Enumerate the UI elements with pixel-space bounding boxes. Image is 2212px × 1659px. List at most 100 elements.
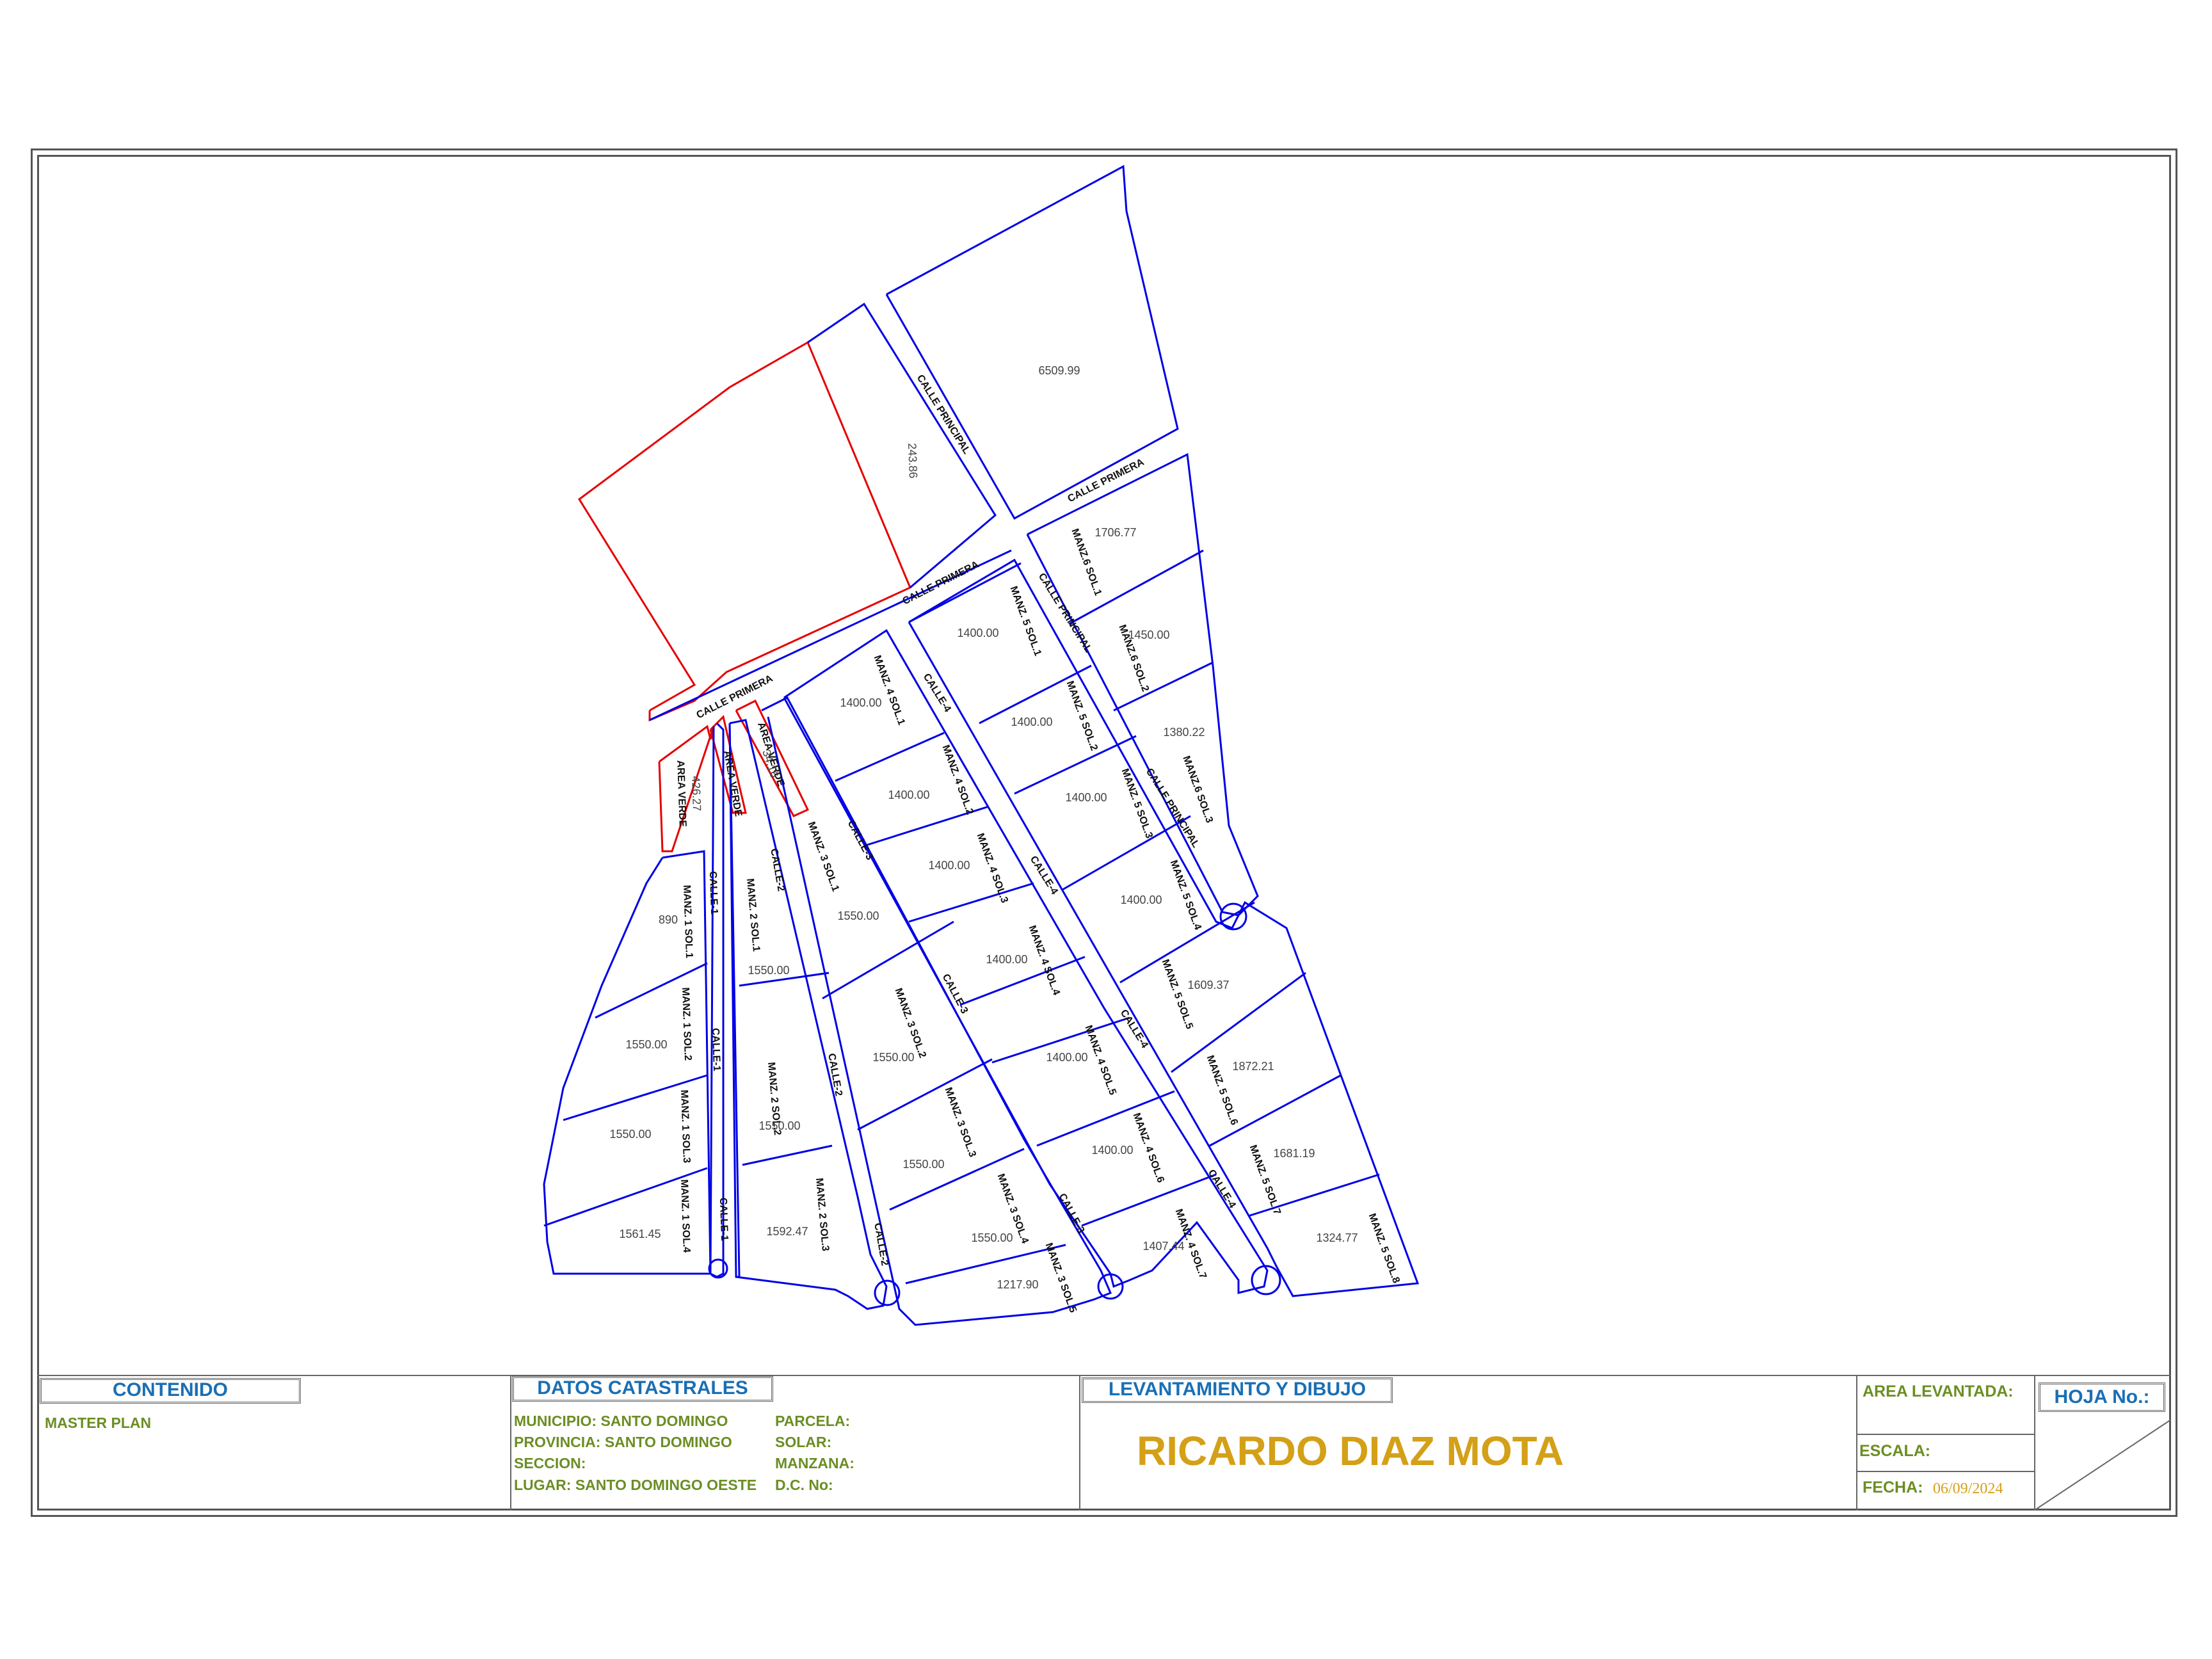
street-label: CALLE-2	[872, 1222, 890, 1267]
lot-label: MANZ. 3 SOL.3	[943, 1086, 978, 1159]
area-value: 1324.77	[1316, 1231, 1358, 1244]
area-value: 1400.00	[1046, 1051, 1087, 1064]
divider	[1856, 1434, 2034, 1435]
author-name: RICARDO DIAZ MOTA	[1137, 1428, 1564, 1474]
street-label: CALLE-1	[710, 1028, 722, 1071]
lot-divider	[1014, 735, 1137, 795]
area-value: 1400.00	[1011, 716, 1052, 728]
area-value: 1400.00	[928, 859, 970, 872]
contenido-heading: CONTENIDO	[40, 1378, 301, 1404]
area-labels: 6509.99 243.86 1706.77 1400.00 1450.00 1400.0…	[609, 364, 1358, 1291]
lot-divider	[822, 920, 954, 1000]
lot-labels: MANZ.6 SOL.1MANZ.6 SOL.2MANZ.6 SOL.3MANZ…	[678, 527, 1402, 1315]
lot-label: MANZ. 4 SOL.4	[1027, 924, 1062, 997]
area-value: 1400.00	[986, 953, 1027, 966]
seccion-label: SECCION:	[514, 1455, 586, 1471]
lot-label: MANZ. 3 SOL.2	[893, 987, 928, 1060]
green-area-boundaries	[577, 341, 911, 853]
lot-label: MANZ. 5 SOL.1	[1008, 585, 1043, 658]
title-block-top-line	[37, 1375, 2171, 1376]
datos-catastrales-heading: DATOS CATASTRALES	[512, 1376, 773, 1402]
area-value: 1872.21	[1232, 1060, 1274, 1073]
lot-label: MANZ.6 SOL.3	[1180, 755, 1215, 824]
street-label: CALLE-1	[707, 871, 719, 915]
municipio-label: MUNICIPIO: SANTO DOMINGO	[514, 1413, 728, 1429]
area-value: 1217.90	[997, 1278, 1038, 1291]
lot-label: MANZ. 5 SOL.5	[1160, 958, 1195, 1031]
divider	[510, 1375, 511, 1511]
area-value: 1550.00	[609, 1128, 651, 1141]
fecha-label: FECHA:	[1863, 1479, 1923, 1496]
green-area-north-boundary	[577, 341, 911, 722]
lot-divider	[835, 732, 945, 782]
area-value: 1706.77	[1094, 526, 1136, 539]
area-value: 1400.00	[1065, 791, 1107, 804]
lot-divider	[908, 882, 1034, 923]
street-label: CALLE-3	[1057, 1192, 1087, 1235]
divider	[1856, 1471, 2034, 1472]
area-levantada-label: AREA LEVANTADA:	[1863, 1382, 2014, 1400]
lot-divider	[1081, 1173, 1217, 1227]
lot-label: MANZ. 1 SOL.4	[678, 1179, 692, 1253]
area-value: 34.16	[760, 748, 781, 780]
lot-divider	[905, 1244, 1066, 1285]
escala-label: ESCALA:	[1859, 1442, 1931, 1460]
lot-label: MANZ. 4 SOL.1	[872, 654, 907, 727]
street-label: CALLE PRIMERA	[901, 559, 981, 607]
street-label: CALLE-2	[768, 847, 786, 892]
area-value: 1400.00	[957, 627, 998, 639]
area-value: 1550.00	[625, 1038, 667, 1051]
area-value: 1380.22	[1163, 726, 1205, 739]
lot-label: MANZ. 2 SOL.1	[744, 878, 762, 952]
contenido-value: MASTER PLAN	[45, 1415, 152, 1431]
area-value: 1407.44	[1142, 1240, 1184, 1253]
area-value: 6509.99	[1038, 364, 1080, 377]
area-value: 1400.00	[1120, 894, 1162, 906]
solar-label: SOLAR:	[775, 1434, 832, 1450]
fecha-value: 06/09/2024	[1933, 1480, 2003, 1497]
street-label: CALLE-3	[846, 819, 876, 862]
area-value: 1550.00	[837, 910, 879, 922]
area-value: 243.86	[906, 443, 920, 479]
street-label: CALLE-4	[921, 671, 953, 714]
levantamiento-heading: LEVANTAMIENTO Y DIBUJO	[1082, 1377, 1393, 1403]
area-value: 1550.00	[971, 1231, 1013, 1244]
lot-label: MANZ. 3 SOL.5	[1043, 1242, 1078, 1315]
lot-label: MANZ. 1 SOL.3	[678, 1089, 692, 1163]
street-label: CALLE-4	[1028, 854, 1060, 896]
lot-divider	[1062, 815, 1191, 891]
cul-de-sac	[708, 1258, 728, 1279]
area-value: 1592.47	[766, 1225, 808, 1238]
area-value: 890	[659, 913, 678, 926]
green-area-label: AREA VERDE	[675, 760, 688, 827]
divider	[1079, 1375, 1080, 1511]
divider	[1856, 1375, 1857, 1511]
area-value: 1561.45	[619, 1228, 661, 1240]
lot-divider	[857, 1058, 993, 1131]
dc-label: D.C. No:	[775, 1477, 833, 1493]
lot-label: MANZ. 1 SOL.2	[680, 987, 693, 1061]
area-value: 1550.00	[872, 1051, 914, 1064]
area-value: 1400.00	[888, 789, 929, 801]
lot-label: MANZ. 4 SOL.5	[1083, 1024, 1118, 1097]
area-value: 1609.37	[1187, 979, 1229, 991]
area-value: 1550.00	[748, 964, 789, 977]
lot-divider	[1036, 1090, 1175, 1147]
lot-label: MANZ. 5 SOL.2	[1064, 680, 1100, 753]
calle-1-strip	[709, 722, 725, 1278]
site-plan: CALLE PRINCIPALCALLE PRIMERACALLE PRIMER…	[543, 164, 1420, 1326]
area-value: 1400.00	[840, 696, 881, 709]
lot-label: MANZ. 4 SOL.6	[1131, 1112, 1166, 1185]
manzana-label: MANZANA:	[775, 1455, 854, 1471]
cul-de-sac	[1097, 1273, 1124, 1300]
area-value: 1550.00	[758, 1119, 800, 1132]
lot-label: MANZ. 5 SOL.4	[1168, 859, 1203, 932]
street-label: CALLE PRINCIPAL	[915, 373, 972, 456]
lot-divider	[1113, 661, 1214, 712]
lugar-label: LUGAR: SANTO DOMINGO OESTE	[514, 1477, 757, 1493]
area-value: 1681.19	[1273, 1147, 1315, 1160]
hoja-diagonal	[2034, 1420, 2171, 1511]
area-value: 1400.00	[1091, 1144, 1133, 1157]
lot-divider	[742, 1144, 833, 1166]
lot-label: MANZ. 4 SOL.3	[975, 832, 1010, 905]
